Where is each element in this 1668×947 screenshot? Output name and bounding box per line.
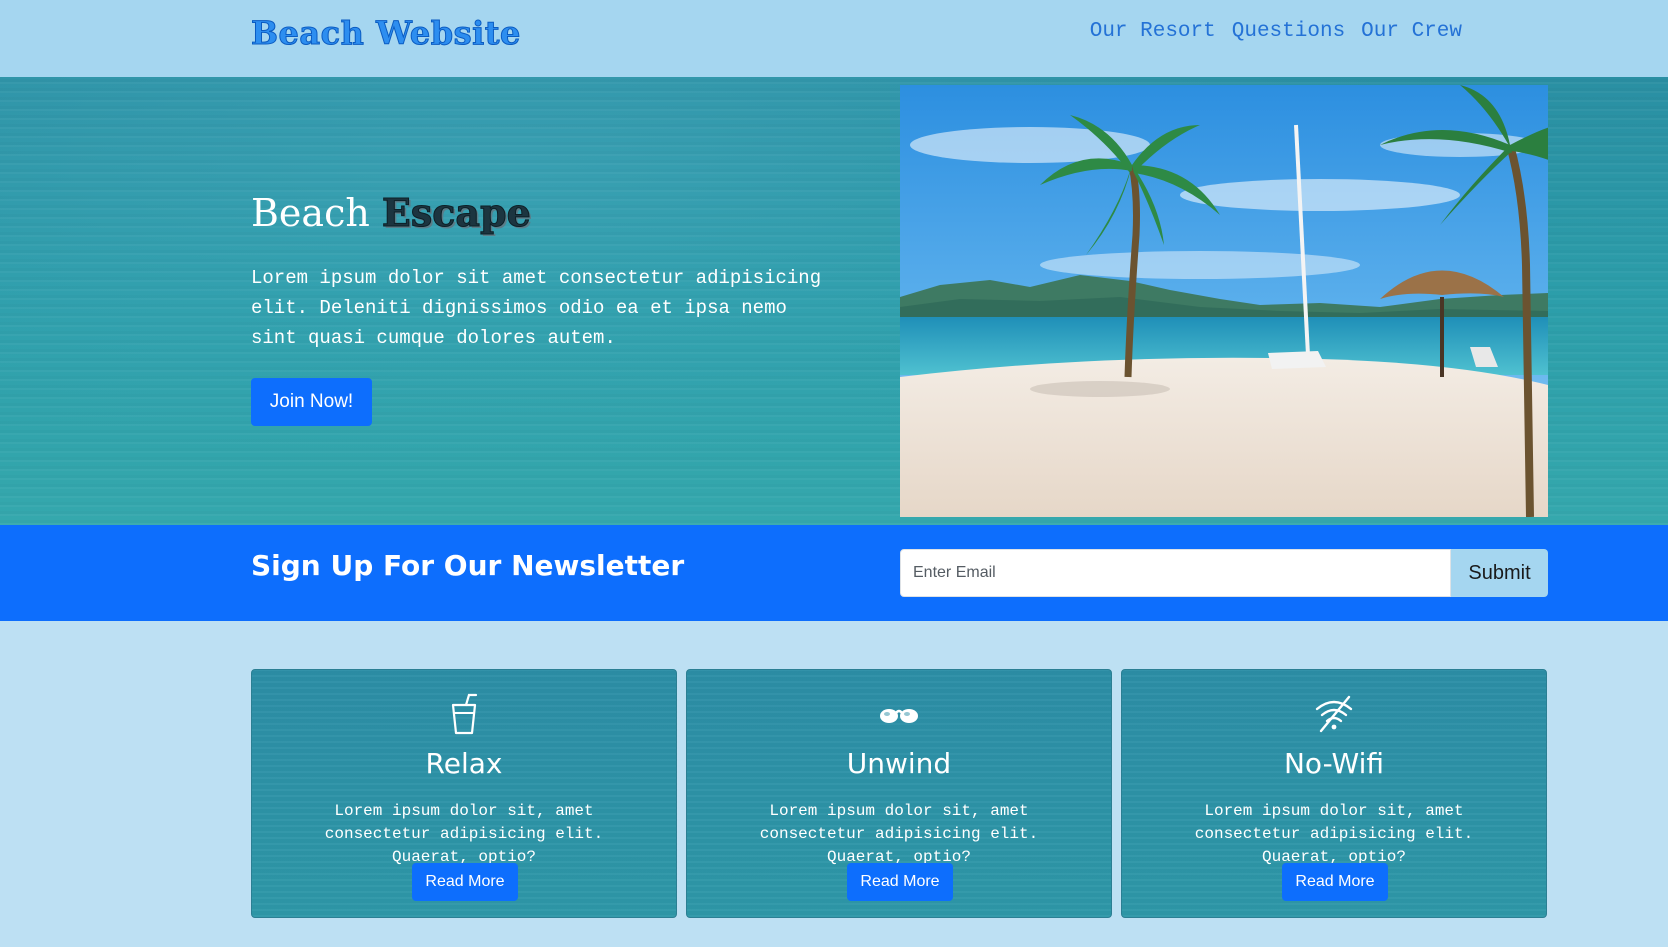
nav-link-our-crew[interactable]: Our Crew — [1361, 20, 1462, 43]
sunglasses-icon — [687, 693, 1111, 735]
nav-link-our-resort[interactable]: Our Resort — [1090, 20, 1216, 43]
hero-title-accent: Escape — [381, 190, 531, 236]
newsletter-title: Sign Up For Our Newsletter — [251, 549, 685, 582]
feature-text: Lorem ipsum dolor sit, amet consectetur … — [759, 802, 1039, 866]
newsletter-section: Sign Up For Our Newsletter Submit — [0, 525, 1668, 621]
feature-text: Lorem ipsum dolor sit, amet consectetur … — [324, 802, 604, 866]
feature-text: Lorem ipsum dolor sit, amet consectetur … — [1194, 802, 1474, 866]
read-more-button[interactable]: Read More — [1282, 863, 1388, 901]
feature-card-relax: Relax Lorem ipsum dolor sit, amet consec… — [251, 669, 677, 918]
nav-link-questions[interactable]: Questions — [1232, 20, 1345, 43]
read-more-button[interactable]: Read More — [412, 863, 518, 901]
feature-title: Relax — [425, 747, 503, 780]
hero-title-plain: Beach — [251, 191, 370, 235]
feature-title: No-Wifi — [1283, 747, 1385, 780]
brand-logo[interactable]: Beach Website — [251, 14, 521, 53]
feature-title: Unwind — [846, 747, 952, 780]
feature-card-no-wifi: No-Wifi Lorem ipsum dolor sit, amet cons… — [1121, 669, 1547, 918]
submit-button[interactable]: Submit — [1451, 549, 1548, 597]
email-input[interactable] — [900, 549, 1451, 597]
nav-links: Our Resort Questions Our Crew — [1090, 20, 1462, 43]
join-now-button[interactable]: Join Now! — [251, 378, 372, 426]
feature-card-unwind: Unwind Lorem ipsum dolor sit, amet conse… — [686, 669, 1112, 918]
hero-title: Beach Escape — [251, 190, 531, 236]
hero-section: Beach Escape Lorem ipsum dolor sit amet … — [0, 77, 1668, 525]
wifi-off-icon — [1122, 693, 1546, 735]
navbar: Beach Website Our Resort Questions Our C… — [0, 0, 1668, 77]
hero-description: Lorem ipsum dolor sit amet consectetur a… — [251, 267, 822, 349]
beach-photo — [900, 85, 1548, 517]
cup-straw-icon — [252, 693, 676, 735]
read-more-button[interactable]: Read More — [847, 863, 953, 901]
